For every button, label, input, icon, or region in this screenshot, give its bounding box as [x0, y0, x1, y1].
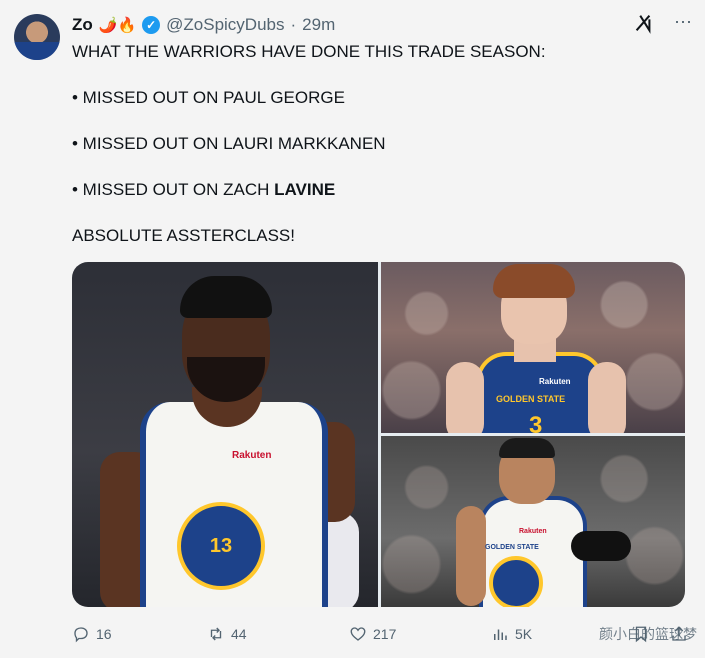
- verified-badge-icon: ✓: [142, 16, 161, 34]
- sponsor-label: Rakuten: [539, 377, 571, 386]
- author-name[interactable]: Zo: [72, 15, 93, 35]
- tweet-card[interactable]: Zo 🌶️🔥 ✓ @ZoSpicyDubs · 29m ⋯ WHAT THE W…: [0, 0, 705, 658]
- warriors-logo-icon: 13: [177, 502, 265, 590]
- tweet-line: • MISSED OUT ON LAURI MARKKANEN: [72, 134, 386, 153]
- tweet-line: • MISSED OUT ON ZACH LAVINE: [72, 178, 682, 201]
- tweet-line: • MISSED OUT ON PAUL GEORGE: [72, 88, 345, 107]
- sponsor-label: Rakuten: [519, 528, 547, 535]
- photo-lauri-markkanen[interactable]: 3 GOLDEN STATE Rakuten: [381, 262, 685, 433]
- reply-icon: [74, 627, 88, 643]
- photo-zach-lavine[interactable]: GOLDEN STATE Rakuten: [381, 436, 685, 607]
- views-count: 5K: [515, 626, 533, 642]
- separator: ·: [290, 15, 297, 34]
- timestamp[interactable]: 29m: [302, 15, 335, 35]
- grok-icon[interactable]: [632, 12, 654, 34]
- jersey-number: 3: [529, 412, 543, 433]
- views-icon: [494, 629, 507, 640]
- warriors-logo-icon: [489, 556, 543, 607]
- repost-count: 44: [231, 626, 247, 642]
- author-handle[interactable]: @ZoSpicyDubs: [166, 15, 284, 35]
- author-emojis: 🌶️🔥: [98, 17, 137, 34]
- jersey-text: GOLDEN STATE: [496, 394, 566, 404]
- heart-icon: [350, 627, 366, 641]
- media-grid: 13 Rakuten 3 GOLDEN STATE Rakuten GOLDEN: [72, 262, 685, 607]
- like-button[interactable]: 217: [349, 622, 396, 646]
- tweet-line: WHAT THE WARRIORS HAVE DONE THIS TRADE S…: [72, 42, 546, 61]
- tweet-bold-word: LAVINE: [274, 180, 336, 199]
- photo-paul-george[interactable]: 13 Rakuten: [72, 262, 378, 607]
- repost-button[interactable]: 44: [207, 622, 247, 646]
- repost-icon: [210, 627, 222, 641]
- avatar[interactable]: [14, 14, 60, 60]
- tweet-line-prefix: • MISSED OUT ON ZACH: [72, 180, 275, 199]
- watermark: 颜小白的篮球梦: [599, 626, 697, 642]
- sponsor-label: Rakuten: [232, 450, 272, 461]
- more-options-icon[interactable]: ⋯: [674, 12, 693, 33]
- tweet-header: Zo 🌶️🔥 ✓ @ZoSpicyDubs · 29m: [72, 14, 335, 36]
- views-button[interactable]: 5K: [491, 622, 532, 646]
- like-count: 217: [373, 626, 397, 642]
- jersey-text: GOLDEN STATE: [485, 544, 539, 551]
- tweet-line: ABSOLUTE ASSTERCLASS!: [72, 226, 295, 245]
- tweet-text: WHAT THE WARRIORS HAVE DONE THIS TRADE S…: [72, 40, 682, 270]
- reply-button[interactable]: 16: [72, 622, 112, 646]
- reply-count: 16: [96, 626, 112, 642]
